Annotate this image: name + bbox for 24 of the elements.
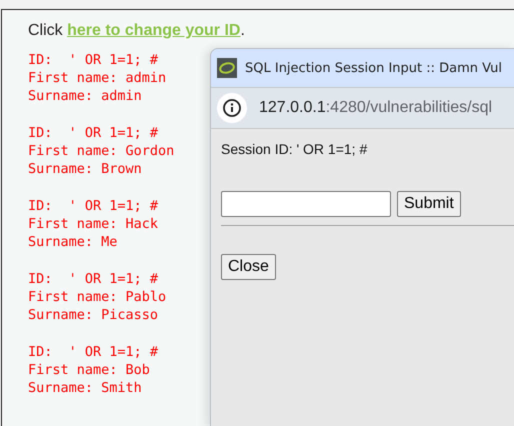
result-surname: Surname: admin (28, 87, 142, 105)
submit-button[interactable]: Submit (397, 191, 461, 217)
result-surname: Surname: Brown (28, 160, 142, 178)
result-id: ID: ' OR 1=1; # (28, 343, 158, 361)
result-id: ID: ' OR 1=1; # (28, 51, 158, 69)
result-surname: Surname: Picasso (28, 306, 158, 324)
site-logo-icon (217, 58, 237, 78)
result-surname: Surname: Me (28, 233, 118, 251)
close-button[interactable]: Close (221, 254, 276, 280)
result-surname: Surname: Smith (28, 379, 142, 397)
result-id: ID: ' OR 1=1; # (28, 124, 158, 142)
intro-text: Click here to change your ID. (28, 22, 246, 40)
result-id: ID: ' OR 1=1; # (28, 270, 158, 288)
session-id-text: Session ID: ' OR 1=1; # (221, 141, 368, 157)
result-first-name: First name: Pablo (28, 288, 166, 306)
window-title: SQL Injection Session Input :: Damn Vul (245, 60, 502, 76)
result-first-name: First name: Bob (28, 361, 150, 379)
url-text[interactable]: 127.0.0.1:4280/vulnerabilities/sql (259, 99, 492, 117)
result-id: ID: ' OR 1=1; # (28, 197, 158, 215)
info-icon[interactable] (217, 93, 247, 123)
session-input-field[interactable] (221, 191, 391, 217)
result-first-name: First name: Gordon (28, 142, 174, 160)
result-first-name: First name: admin (28, 69, 166, 87)
result-first-name: First name: Hack (28, 215, 158, 233)
